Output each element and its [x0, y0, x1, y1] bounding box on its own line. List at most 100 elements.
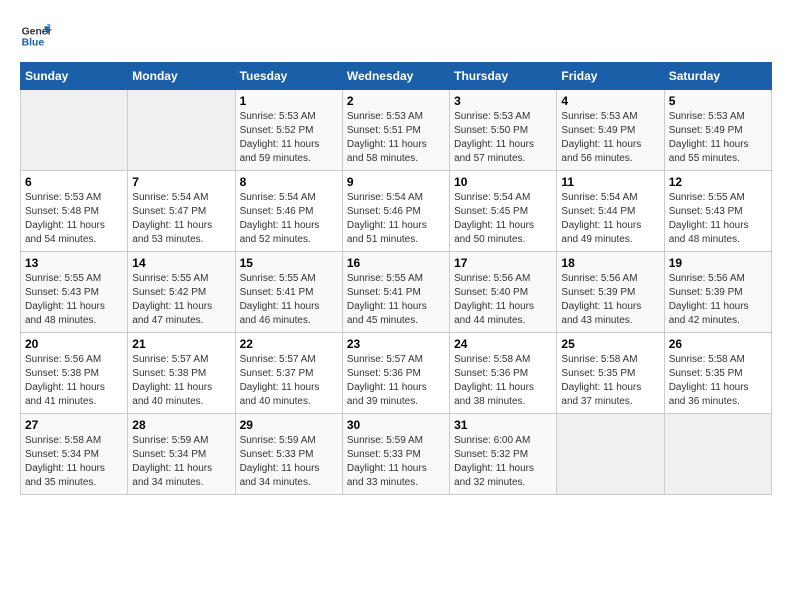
calendar-table: SundayMondayTuesdayWednesdayThursdayFrid… — [20, 62, 772, 495]
day-detail: Sunrise: 5:55 AMSunset: 5:42 PMDaylight:… — [132, 272, 230, 328]
day-detail: Sunrise: 5:56 AMSunset: 5:40 PMDaylight:… — [454, 272, 552, 328]
weekday-header-friday: Friday — [557, 63, 664, 90]
day-number: 17 — [454, 256, 552, 270]
calendar-cell: 27 Sunrise: 5:58 AMSunset: 5:34 PMDaylig… — [21, 414, 128, 495]
day-detail: Sunrise: 5:58 AMSunset: 5:35 PMDaylight:… — [561, 353, 659, 409]
day-number: 3 — [454, 94, 552, 108]
day-number: 6 — [25, 175, 123, 189]
calendar-week-3: 13 Sunrise: 5:55 AMSunset: 5:43 PMDaylig… — [21, 252, 772, 333]
calendar-cell: 3 Sunrise: 5:53 AMSunset: 5:50 PMDayligh… — [450, 90, 557, 171]
day-detail: Sunrise: 5:53 AMSunset: 5:50 PMDaylight:… — [454, 110, 552, 166]
calendar-cell: 22 Sunrise: 5:57 AMSunset: 5:37 PMDaylig… — [235, 333, 342, 414]
weekday-header-sunday: Sunday — [21, 63, 128, 90]
calendar-cell: 11 Sunrise: 5:54 AMSunset: 5:44 PMDaylig… — [557, 171, 664, 252]
day-number: 24 — [454, 337, 552, 351]
day-number: 21 — [132, 337, 230, 351]
calendar-cell: 19 Sunrise: 5:56 AMSunset: 5:39 PMDaylig… — [664, 252, 771, 333]
day-detail: Sunrise: 5:54 AMSunset: 5:46 PMDaylight:… — [347, 191, 445, 247]
day-number: 13 — [25, 256, 123, 270]
calendar-cell: 30 Sunrise: 5:59 AMSunset: 5:33 PMDaylig… — [342, 414, 449, 495]
day-detail: Sunrise: 5:58 AMSunset: 5:35 PMDaylight:… — [669, 353, 767, 409]
weekday-header-saturday: Saturday — [664, 63, 771, 90]
day-number: 23 — [347, 337, 445, 351]
weekday-header-monday: Monday — [128, 63, 235, 90]
calendar-cell: 31 Sunrise: 6:00 AMSunset: 5:32 PMDaylig… — [450, 414, 557, 495]
day-detail: Sunrise: 5:55 AMSunset: 5:41 PMDaylight:… — [240, 272, 338, 328]
calendar-cell: 7 Sunrise: 5:54 AMSunset: 5:47 PMDayligh… — [128, 171, 235, 252]
calendar-week-5: 27 Sunrise: 5:58 AMSunset: 5:34 PMDaylig… — [21, 414, 772, 495]
day-number: 22 — [240, 337, 338, 351]
day-detail: Sunrise: 5:54 AMSunset: 5:45 PMDaylight:… — [454, 191, 552, 247]
weekday-header-tuesday: Tuesday — [235, 63, 342, 90]
calendar-cell: 10 Sunrise: 5:54 AMSunset: 5:45 PMDaylig… — [450, 171, 557, 252]
day-number: 11 — [561, 175, 659, 189]
weekday-header-wednesday: Wednesday — [342, 63, 449, 90]
day-detail: Sunrise: 5:54 AMSunset: 5:47 PMDaylight:… — [132, 191, 230, 247]
svg-text:Blue: Blue — [22, 38, 45, 49]
day-number: 5 — [669, 94, 767, 108]
calendar-cell: 25 Sunrise: 5:58 AMSunset: 5:35 PMDaylig… — [557, 333, 664, 414]
calendar-cell: 4 Sunrise: 5:53 AMSunset: 5:49 PMDayligh… — [557, 90, 664, 171]
calendar-cell: 2 Sunrise: 5:53 AMSunset: 5:51 PMDayligh… — [342, 90, 449, 171]
day-detail: Sunrise: 5:57 AMSunset: 5:36 PMDaylight:… — [347, 353, 445, 409]
calendar-cell: 24 Sunrise: 5:58 AMSunset: 5:36 PMDaylig… — [450, 333, 557, 414]
day-detail: Sunrise: 5:58 AMSunset: 5:34 PMDaylight:… — [25, 434, 123, 490]
day-number: 18 — [561, 256, 659, 270]
day-detail: Sunrise: 5:59 AMSunset: 5:33 PMDaylight:… — [347, 434, 445, 490]
day-number: 30 — [347, 418, 445, 432]
day-detail: Sunrise: 5:58 AMSunset: 5:36 PMDaylight:… — [454, 353, 552, 409]
day-number: 15 — [240, 256, 338, 270]
day-number: 31 — [454, 418, 552, 432]
calendar-cell: 13 Sunrise: 5:55 AMSunset: 5:43 PMDaylig… — [21, 252, 128, 333]
day-detail: Sunrise: 6:00 AMSunset: 5:32 PMDaylight:… — [454, 434, 552, 490]
calendar-cell: 9 Sunrise: 5:54 AMSunset: 5:46 PMDayligh… — [342, 171, 449, 252]
day-detail: Sunrise: 5:53 AMSunset: 5:48 PMDaylight:… — [25, 191, 123, 247]
day-number: 19 — [669, 256, 767, 270]
day-detail: Sunrise: 5:57 AMSunset: 5:37 PMDaylight:… — [240, 353, 338, 409]
day-number: 7 — [132, 175, 230, 189]
day-number: 28 — [132, 418, 230, 432]
calendar-cell: 21 Sunrise: 5:57 AMSunset: 5:38 PMDaylig… — [128, 333, 235, 414]
calendar-cell: 5 Sunrise: 5:53 AMSunset: 5:49 PMDayligh… — [664, 90, 771, 171]
calendar-week-2: 6 Sunrise: 5:53 AMSunset: 5:48 PMDayligh… — [21, 171, 772, 252]
calendar-cell: 23 Sunrise: 5:57 AMSunset: 5:36 PMDaylig… — [342, 333, 449, 414]
day-number: 20 — [25, 337, 123, 351]
calendar-cell: 28 Sunrise: 5:59 AMSunset: 5:34 PMDaylig… — [128, 414, 235, 495]
calendar-cell: 16 Sunrise: 5:55 AMSunset: 5:41 PMDaylig… — [342, 252, 449, 333]
calendar-cell: 12 Sunrise: 5:55 AMSunset: 5:43 PMDaylig… — [664, 171, 771, 252]
day-number: 27 — [25, 418, 123, 432]
calendar-cell — [557, 414, 664, 495]
calendar-cell: 20 Sunrise: 5:56 AMSunset: 5:38 PMDaylig… — [21, 333, 128, 414]
day-number: 14 — [132, 256, 230, 270]
calendar-cell: 1 Sunrise: 5:53 AMSunset: 5:52 PMDayligh… — [235, 90, 342, 171]
weekday-header-row: SundayMondayTuesdayWednesdayThursdayFrid… — [21, 63, 772, 90]
day-number: 8 — [240, 175, 338, 189]
weekday-header-thursday: Thursday — [450, 63, 557, 90]
day-number: 2 — [347, 94, 445, 108]
calendar-cell: 6 Sunrise: 5:53 AMSunset: 5:48 PMDayligh… — [21, 171, 128, 252]
day-detail: Sunrise: 5:57 AMSunset: 5:38 PMDaylight:… — [132, 353, 230, 409]
day-detail: Sunrise: 5:54 AMSunset: 5:46 PMDaylight:… — [240, 191, 338, 247]
calendar-cell: 15 Sunrise: 5:55 AMSunset: 5:41 PMDaylig… — [235, 252, 342, 333]
page-header: General Blue — [20, 20, 772, 52]
day-detail: Sunrise: 5:55 AMSunset: 5:43 PMDaylight:… — [669, 191, 767, 247]
day-number: 26 — [669, 337, 767, 351]
day-detail: Sunrise: 5:55 AMSunset: 5:41 PMDaylight:… — [347, 272, 445, 328]
calendar-cell: 14 Sunrise: 5:55 AMSunset: 5:42 PMDaylig… — [128, 252, 235, 333]
calendar-cell — [664, 414, 771, 495]
logo-icon: General Blue — [20, 20, 52, 52]
calendar-cell: 8 Sunrise: 5:54 AMSunset: 5:46 PMDayligh… — [235, 171, 342, 252]
day-number: 10 — [454, 175, 552, 189]
day-detail: Sunrise: 5:55 AMSunset: 5:43 PMDaylight:… — [25, 272, 123, 328]
calendar-cell: 29 Sunrise: 5:59 AMSunset: 5:33 PMDaylig… — [235, 414, 342, 495]
day-number: 9 — [347, 175, 445, 189]
calendar-cell — [128, 90, 235, 171]
day-number: 29 — [240, 418, 338, 432]
calendar-week-4: 20 Sunrise: 5:56 AMSunset: 5:38 PMDaylig… — [21, 333, 772, 414]
calendar-cell — [21, 90, 128, 171]
calendar-cell: 17 Sunrise: 5:56 AMSunset: 5:40 PMDaylig… — [450, 252, 557, 333]
calendar-cell: 26 Sunrise: 5:58 AMSunset: 5:35 PMDaylig… — [664, 333, 771, 414]
day-detail: Sunrise: 5:53 AMSunset: 5:49 PMDaylight:… — [669, 110, 767, 166]
day-detail: Sunrise: 5:59 AMSunset: 5:33 PMDaylight:… — [240, 434, 338, 490]
day-detail: Sunrise: 5:53 AMSunset: 5:52 PMDaylight:… — [240, 110, 338, 166]
